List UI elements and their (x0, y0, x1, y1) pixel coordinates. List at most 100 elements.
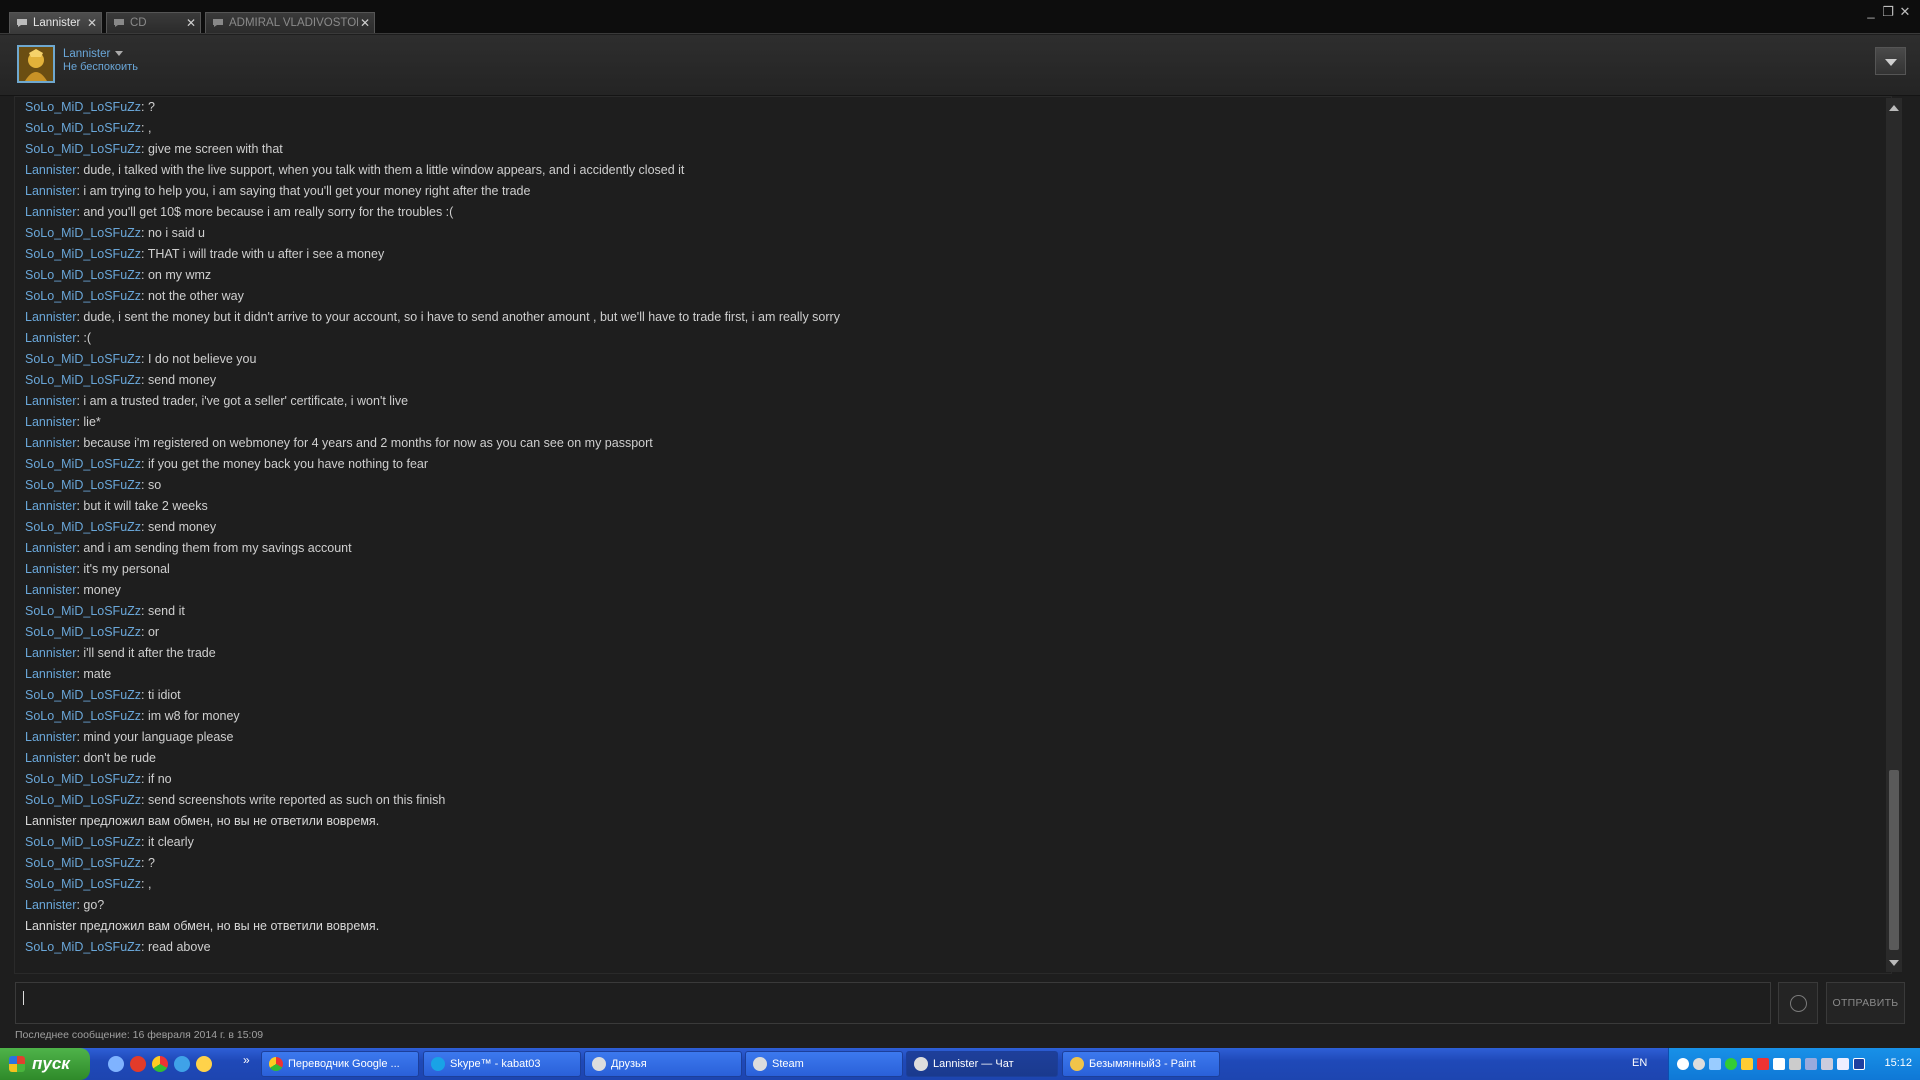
message-text: , (147, 877, 152, 891)
friend-name-dropdown[interactable]: Lannister (63, 48, 124, 60)
volume-icon[interactable] (1789, 1058, 1801, 1070)
message-author[interactable]: Lannister (25, 730, 76, 744)
antivirus-icon[interactable] (1757, 1058, 1769, 1070)
quicklaunch-more-icon[interactable]: » (243, 1053, 250, 1067)
close-icon[interactable]: ✕ (184, 16, 198, 30)
message-text: send it (147, 604, 185, 618)
quicklaunch-ship-icon[interactable] (196, 1056, 212, 1072)
message-author[interactable]: SoLo_MiD_LoSFuZz (25, 289, 141, 303)
tab-cd[interactable]: CD ✕ (106, 12, 201, 33)
chevron-down-icon (1885, 59, 1897, 66)
message-author[interactable]: SoLo_MiD_LoSFuZz (25, 373, 141, 387)
quicklaunch-network-icon[interactable] (108, 1056, 124, 1072)
message-text: and you'll get 10$ more because i am rea… (83, 205, 454, 219)
tab-lannister[interactable]: Lannister ✕ (9, 12, 102, 33)
message-author[interactable]: SoLo_MiD_LoSFuZz (25, 520, 141, 534)
message-text: because i'm registered on webmoney for 4… (83, 436, 653, 450)
message-author[interactable]: SoLo_MiD_LoSFuZz (25, 940, 141, 954)
chat-message: SoLo_MiD_LoSFuZz: ti idiot (25, 685, 1865, 706)
task-steam[interactable]: Steam (745, 1051, 903, 1077)
task-paint[interactable]: Безымянный3 - Paint (1062, 1051, 1220, 1077)
message-author[interactable]: SoLo_MiD_LoSFuZz (25, 709, 141, 723)
message-author[interactable]: SoLo_MiD_LoSFuZz (25, 604, 141, 618)
message-author[interactable]: Lannister (25, 310, 76, 324)
message-author[interactable]: SoLo_MiD_LoSFuZz (25, 121, 141, 135)
clock[interactable]: 15:12 (1884, 1057, 1912, 1069)
message-author[interactable]: SoLo_MiD_LoSFuZz (25, 835, 141, 849)
message-author[interactable]: Lannister (25, 562, 76, 576)
close-icon[interactable]: ✕ (85, 16, 99, 30)
minimize-icon[interactable]: _ (1864, 4, 1878, 19)
task-google-translate[interactable]: Переводчик Google ... (261, 1051, 419, 1077)
chat-message: SoLo_MiD_LoSFuZz: , (25, 118, 1865, 139)
message-author[interactable]: SoLo_MiD_LoSFuZz (25, 226, 141, 240)
message-author[interactable]: SoLo_MiD_LoSFuZz (25, 877, 141, 891)
message-text: money (83, 583, 121, 597)
message-author[interactable]: Lannister (25, 184, 76, 198)
message-author[interactable]: Lannister (25, 436, 76, 450)
shield-icon[interactable] (1725, 1058, 1737, 1070)
scroll-up-icon[interactable] (1889, 105, 1899, 111)
start-label: пуск (32, 1054, 70, 1073)
message-author[interactable]: SoLo_MiD_LoSFuZz (25, 100, 141, 114)
task-skype[interactable]: Skype™ - kabat03 (423, 1051, 581, 1077)
chat-options-button[interactable] (1875, 47, 1906, 75)
message-author[interactable]: Lannister (25, 646, 76, 660)
message-author[interactable]: SoLo_MiD_LoSFuZz (25, 247, 141, 261)
message-input[interactable] (15, 982, 1771, 1024)
chat-scrollbar[interactable] (1886, 98, 1902, 972)
message-author[interactable]: SoLo_MiD_LoSFuZz (25, 142, 141, 156)
message-author[interactable]: Lannister (25, 331, 76, 345)
message-author[interactable]: SoLo_MiD_LoSFuZz (25, 457, 141, 471)
avatar[interactable] (17, 45, 55, 83)
task-friends[interactable]: Друзья (584, 1051, 742, 1077)
chat-log: SoLo_MiD_LoSFuZz: ? SoLo_MiD_LoSFuZz: , So… (14, 96, 1892, 974)
message-author[interactable]: SoLo_MiD_LoSFuZz (25, 478, 141, 492)
steam-tray-icon[interactable] (1677, 1058, 1689, 1070)
message-author[interactable]: SoLo_MiD_LoSFuZz (25, 688, 141, 702)
steam-tray-icon[interactable] (1693, 1058, 1705, 1070)
message-author[interactable]: Lannister (25, 583, 76, 597)
message-author[interactable]: SoLo_MiD_LoSFuZz (25, 793, 141, 807)
message-text: go? (83, 898, 105, 912)
quicklaunch-ie-icon[interactable] (174, 1056, 190, 1072)
close-window-icon[interactable]: ✕ (1898, 4, 1912, 20)
message-author[interactable]: SoLo_MiD_LoSFuZz (25, 625, 141, 639)
text-cursor (23, 991, 24, 1005)
quicklaunch-opera-icon[interactable] (130, 1056, 146, 1072)
scroll-thumb[interactable] (1889, 770, 1899, 950)
start-button[interactable]: пуск (0, 1048, 90, 1080)
task-lannister-chat[interactable]: Lannister — Чат (906, 1051, 1058, 1077)
quicklaunch-chrome-icon[interactable] (152, 1056, 168, 1072)
message-author[interactable]: Lannister (25, 394, 76, 408)
display-icon[interactable] (1821, 1058, 1833, 1070)
message-author[interactable]: Lannister (25, 751, 76, 765)
language-indicator[interactable]: EN (1632, 1057, 1647, 1069)
message-author[interactable]: Lannister (25, 163, 76, 177)
tab-admiral-vladivostok[interactable]: ADMIRAL VLADIVOSTOK ✕ (205, 12, 375, 33)
message-author[interactable]: SoLo_MiD_LoSFuZz (25, 268, 141, 282)
message-author[interactable]: Lannister (25, 898, 76, 912)
chat-message: Lannister: go? (25, 895, 1865, 916)
scroll-down-icon[interactable] (1889, 960, 1899, 966)
message-author[interactable]: Lannister (25, 667, 76, 681)
warning-icon[interactable] (1741, 1058, 1753, 1070)
close-icon[interactable]: ✕ (358, 16, 372, 30)
bluetooth-icon[interactable] (1853, 1058, 1865, 1070)
message-author[interactable]: Lannister (25, 205, 76, 219)
usb-icon[interactable] (1837, 1058, 1849, 1070)
message-author[interactable]: SoLo_MiD_LoSFuZz (25, 352, 141, 366)
send-button[interactable]: ОТПРАВИТЬ (1826, 982, 1905, 1024)
message-separator: : (141, 457, 148, 471)
network-icon[interactable] (1805, 1058, 1817, 1070)
emoticon-button[interactable] (1778, 982, 1818, 1024)
flag-icon[interactable] (1773, 1058, 1785, 1070)
network-icon[interactable] (1709, 1058, 1721, 1070)
restore-icon[interactable]: ❐ (1881, 4, 1895, 20)
message-author[interactable]: Lannister (25, 415, 76, 429)
message-author[interactable]: SoLo_MiD_LoSFuZz (25, 772, 141, 786)
message-text: lie* (83, 415, 101, 429)
message-author[interactable]: Lannister (25, 541, 76, 555)
message-author[interactable]: SoLo_MiD_LoSFuZz (25, 856, 141, 870)
message-author[interactable]: Lannister (25, 499, 76, 513)
